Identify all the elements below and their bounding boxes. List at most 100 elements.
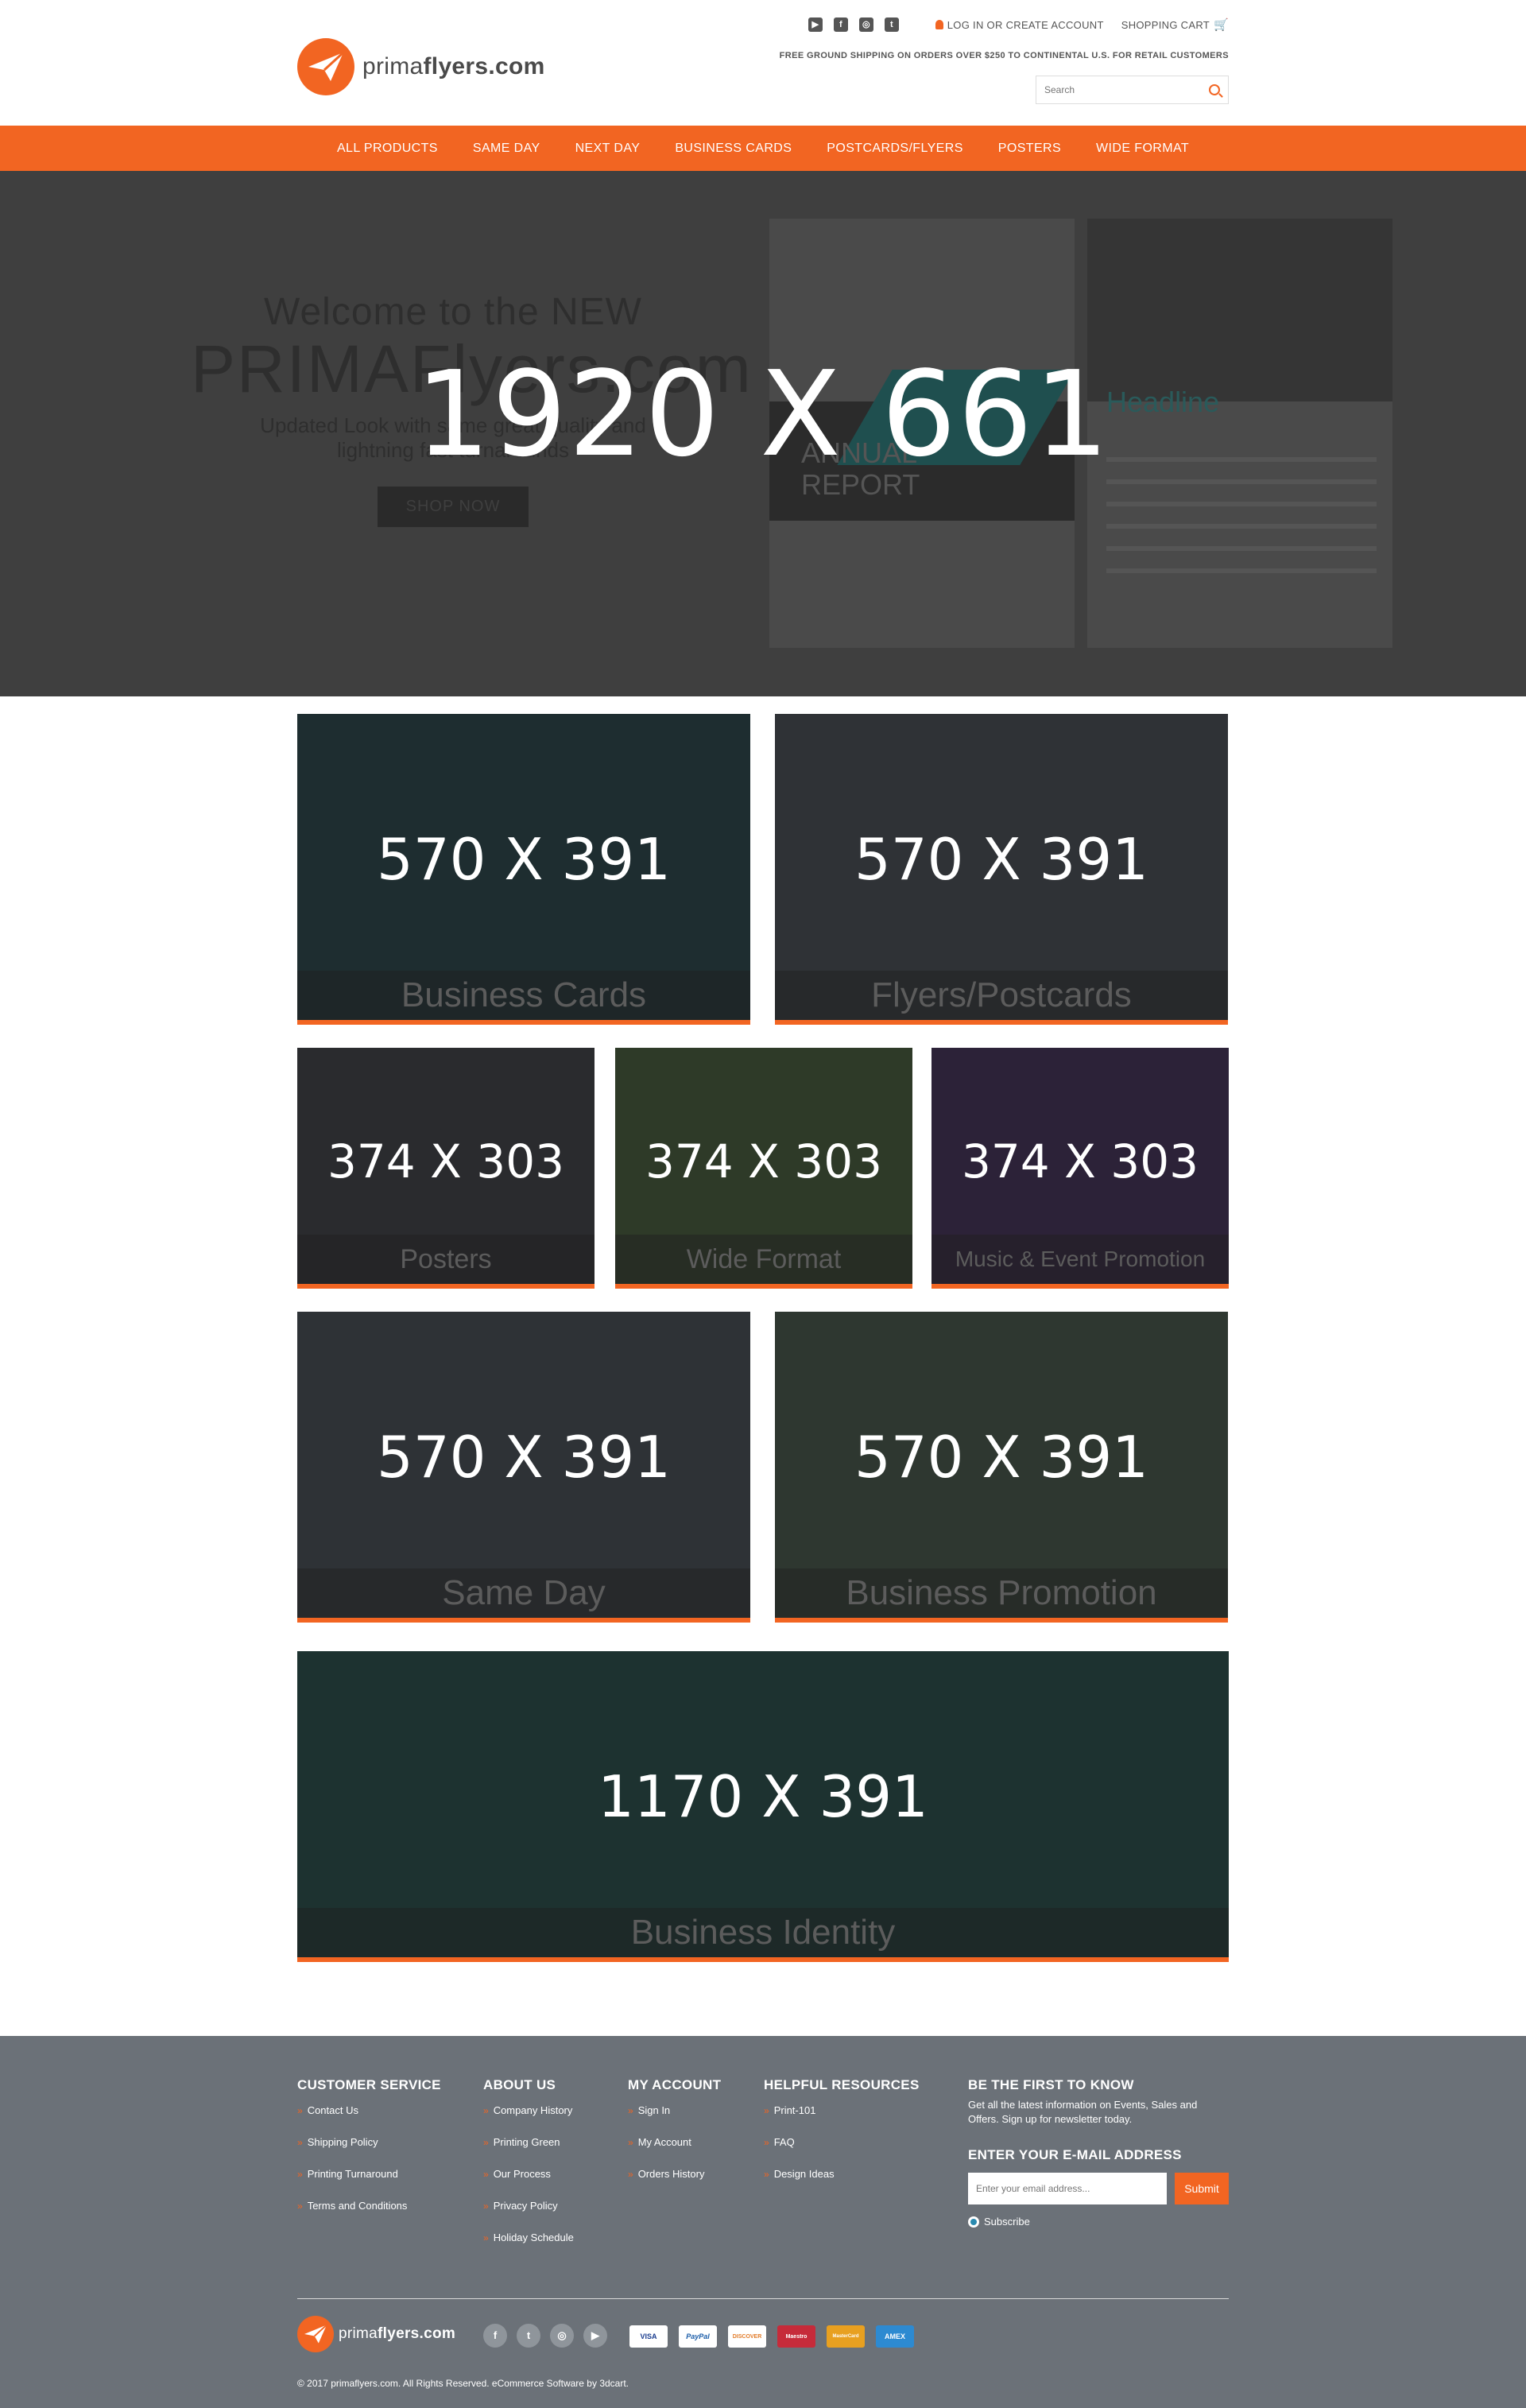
- youtube-icon[interactable]: ▶: [808, 17, 823, 32]
- footer-link-sign-in[interactable]: Sign In: [628, 2104, 721, 2116]
- category-tile[interactable]: 570 X 391 Flyers/Postcards: [775, 714, 1228, 1025]
- twitter-icon[interactable]: t: [884, 17, 899, 32]
- tile-size-label: 1170 X 391: [598, 1762, 928, 1830]
- hero-welcome: Welcome to the NEW: [264, 291, 642, 333]
- tile-caption: Business Promotion: [775, 1568, 1228, 1618]
- footer-link-my-account[interactable]: My Account: [628, 2136, 721, 2148]
- email-input[interactable]: [968, 2173, 1167, 2205]
- twitter-icon[interactable]: t: [517, 2324, 540, 2348]
- facebook-icon[interactable]: f: [833, 17, 848, 32]
- footer-link-print-101[interactable]: Print-101: [764, 2104, 920, 2116]
- instagram-icon[interactable]: ◎: [858, 17, 873, 32]
- subscribe-option[interactable]: Subscribe: [968, 2216, 1230, 2228]
- visa-icon: VISA: [629, 2325, 668, 2348]
- footer-col-title: HELPFUL RESOURCES: [764, 2077, 920, 2092]
- tile-caption: Music & Event Promotion: [931, 1235, 1229, 1284]
- copyright: © 2017 primaflyers.com. All Rights Reser…: [297, 2378, 629, 2389]
- footer-link-privacy-policy[interactable]: Privacy Policy: [483, 2200, 574, 2212]
- nav-business-cards[interactable]: BUSINESS CARDS: [675, 142, 792, 156]
- footer-link-printing-turnaround[interactable]: Printing Turnaround: [297, 2168, 441, 2180]
- submit-button[interactable]: Submit: [1175, 2173, 1229, 2205]
- nav-postcards-flyers[interactable]: POSTCARDS/FLYERS: [827, 142, 962, 156]
- paper-plane-icon: [297, 2316, 334, 2352]
- nav-next-day[interactable]: NEXT DAY: [575, 142, 641, 156]
- tile-caption: Business Identity: [297, 1908, 1229, 1957]
- footer-link-orders-history[interactable]: Orders History: [628, 2168, 721, 2180]
- email-row: Submit: [968, 2173, 1230, 2205]
- footer-link-faq[interactable]: FAQ: [764, 2136, 920, 2148]
- tile-size-label: 374 X 303: [645, 1134, 882, 1189]
- login-label: LOG IN OR CREATE ACCOUNT: [947, 18, 1104, 31]
- shipping-note: FREE GROUND SHIPPING ON ORDERS OVER $250…: [779, 51, 1229, 60]
- logo-text: primaflyers.com: [362, 53, 545, 79]
- category-tile[interactable]: 374 X 303 Wide Format: [615, 1048, 912, 1289]
- hero-size-label: 1920 X 661: [415, 346, 1111, 483]
- top-links: ▶ f ◎ t LOG IN OR CREATE ACCOUNT SHOPPIN…: [808, 17, 1229, 32]
- footer-col-title: MY ACCOUNT: [628, 2077, 722, 2092]
- mastercard-icon: MasterCard: [827, 2325, 865, 2348]
- site-logo[interactable]: primaflyers.com: [297, 38, 545, 95]
- cart-label: SHOPPING CART: [1121, 18, 1210, 31]
- subscribe-label: Subscribe: [984, 2216, 1030, 2228]
- login-link[interactable]: LOG IN OR CREATE ACCOUNT: [935, 19, 1104, 31]
- paypal-icon: PayPal: [679, 2325, 717, 2348]
- tile-size-label: 374 X 303: [327, 1134, 564, 1189]
- youtube-icon[interactable]: ▶: [583, 2324, 607, 2348]
- newsletter-text: Get all the latest information on Events…: [968, 2099, 1198, 2126]
- nav-same-day[interactable]: SAME DAY: [473, 142, 540, 156]
- tile-caption: Wide Format: [615, 1235, 912, 1284]
- tile-caption: Posters: [297, 1235, 595, 1284]
- footer-link-our-process[interactable]: Our Process: [483, 2168, 574, 2180]
- user-icon: [935, 20, 943, 29]
- footer-customer-service: CUSTOMER SERVICE Contact Us Shipping Pol…: [297, 2077, 441, 2232]
- category-tile[interactable]: 1170 X 391 Business Identity: [297, 1651, 1229, 1962]
- footer-link-company-history[interactable]: Company History: [483, 2104, 574, 2116]
- footer-link-printing-green[interactable]: Printing Green: [483, 2136, 574, 2148]
- footer-logo-text: primaflyers.com: [339, 2325, 456, 2342]
- category-tile[interactable]: 374 X 303 Posters: [297, 1048, 595, 1289]
- search-box: [1036, 76, 1229, 104]
- header-social-icons: ▶ f ◎ t: [808, 17, 899, 32]
- nav-all-products[interactable]: ALL PRODUCTS: [337, 142, 438, 156]
- category-tile[interactable]: 570 X 391 Business Cards: [297, 714, 750, 1025]
- maestro-icon: Maestro: [777, 2325, 815, 2348]
- amex-icon: AMEX: [876, 2325, 914, 2348]
- instagram-icon[interactable]: ◎: [550, 2324, 574, 2348]
- tile-size-label: 570 X 391: [854, 1423, 1148, 1491]
- footer-link-contact-us[interactable]: Contact Us: [297, 2104, 441, 2116]
- tile-size-label: 570 X 391: [377, 1423, 671, 1491]
- footer-col-title: CUSTOMER SERVICE: [297, 2077, 441, 2092]
- tile-caption: Same Day: [297, 1568, 750, 1618]
- nav-posters[interactable]: POSTERS: [998, 142, 1061, 156]
- search-icon[interactable]: [1209, 84, 1220, 95]
- footer-social-icons: f t ◎ ▶: [483, 2324, 607, 2348]
- cart-icon: 🛒: [1214, 18, 1229, 32]
- tile-size-label: 374 X 303: [961, 1134, 1199, 1189]
- footer-col-title: ABOUT US: [483, 2077, 556, 2092]
- footer-link-design-ideas[interactable]: Design Ideas: [764, 2168, 920, 2180]
- hero-banner[interactable]: Welcome to the NEW PRIMAFlyers.com Updat…: [0, 171, 1526, 696]
- nav-wide-format[interactable]: WIDE FORMAT: [1096, 142, 1189, 156]
- category-tile[interactable]: 570 X 391 Same Day: [297, 1312, 750, 1623]
- shop-now-button[interactable]: SHOP NOW: [377, 487, 529, 528]
- subscribe-radio[interactable]: [968, 2216, 979, 2228]
- footer-link-shipping-policy[interactable]: Shipping Policy: [297, 2136, 441, 2148]
- footer-helpful-resources: HELPFUL RESOURCES Print-101 FAQ Design I…: [764, 2077, 920, 2200]
- discover-icon: DISCOVER: [728, 2325, 766, 2348]
- main-nav: ALL PRODUCTS SAME DAY NEXT DAY BUSINESS …: [0, 126, 1526, 171]
- tile-caption: Business Cards: [297, 971, 750, 1020]
- footer-my-account: MY ACCOUNT Sign In My Account Orders His…: [628, 2077, 721, 2200]
- footer-link-terms[interactable]: Terms and Conditions: [297, 2200, 441, 2212]
- facebook-icon[interactable]: f: [483, 2324, 507, 2348]
- category-tile[interactable]: 374 X 303 Music & Event Promotion: [931, 1048, 1229, 1289]
- tile-size-label: 570 X 391: [377, 825, 671, 893]
- hero-content: Welcome to the NEW PRIMAFlyers.com Updat…: [0, 171, 1526, 696]
- category-tile[interactable]: 570 X 391 Business Promotion: [775, 1312, 1228, 1623]
- payment-methods: VISA PayPal DISCOVER Maestro MasterCard …: [629, 2325, 914, 2348]
- shopping-cart-link[interactable]: SHOPPING CART 🛒: [1121, 17, 1229, 32]
- search-input[interactable]: [1044, 84, 1209, 95]
- footer-logo[interactable]: primaflyers.com: [297, 2316, 455, 2352]
- site-footer: CUSTOMER SERVICE Contact Us Shipping Pol…: [0, 2036, 1526, 2408]
- footer-link-holiday-schedule[interactable]: Holiday Schedule: [483, 2232, 574, 2243]
- email-title: ENTER YOUR E-MAIL ADDRESS: [968, 2147, 1182, 2163]
